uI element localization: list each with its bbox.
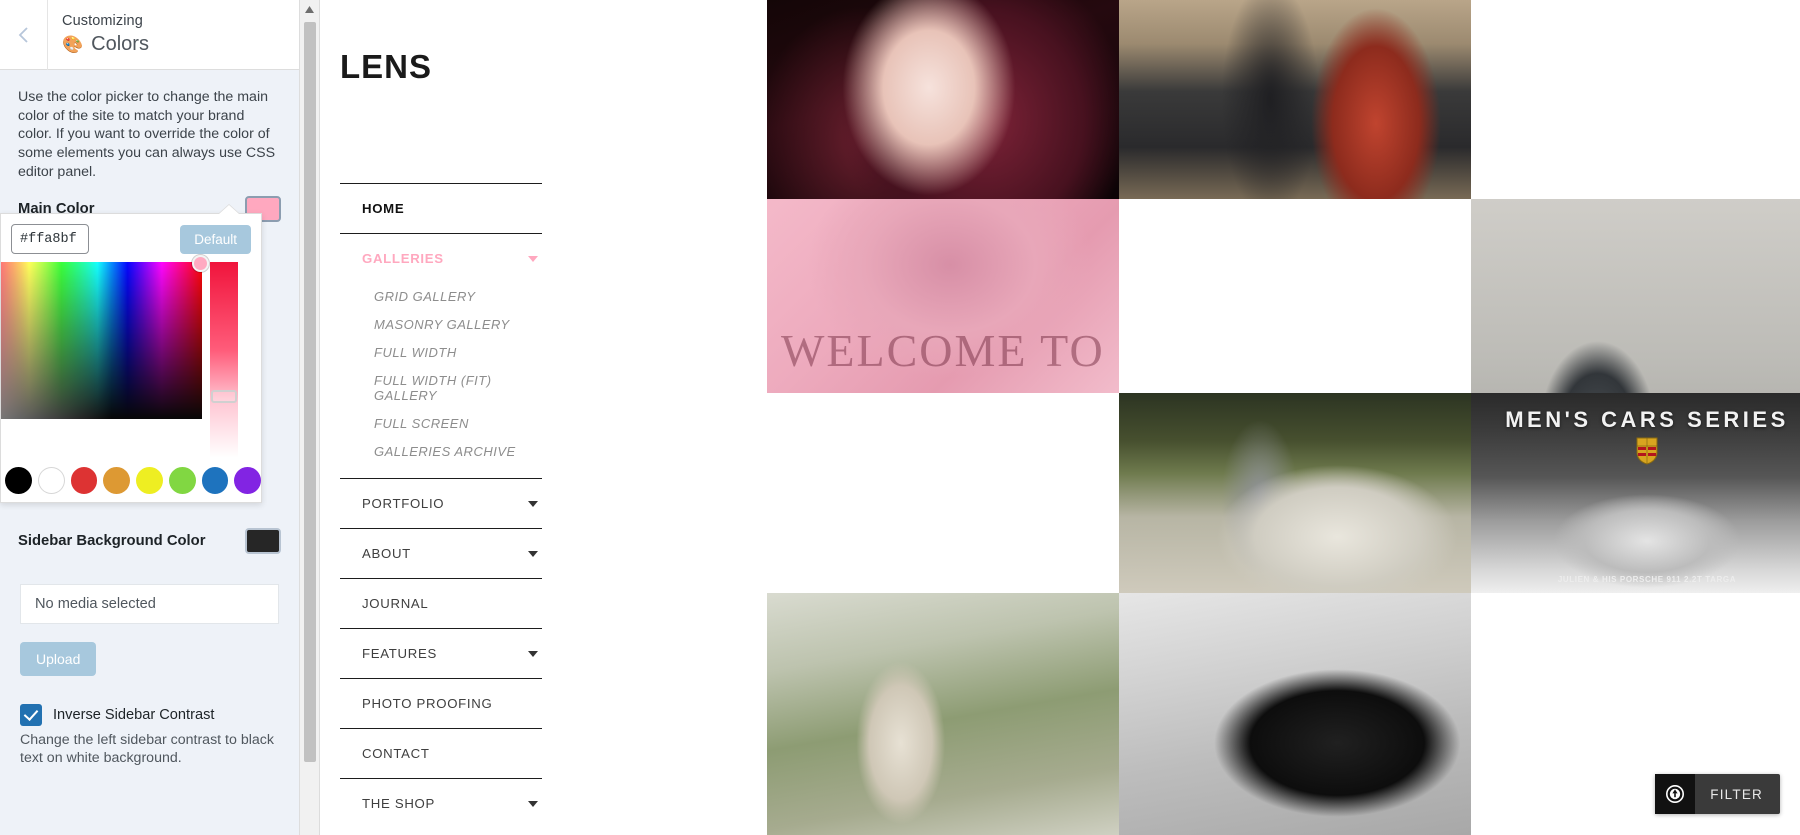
site-nav-item-galleries[interactable]: GALLERIES bbox=[340, 233, 542, 283]
page-title: 🎨 Colors bbox=[62, 32, 149, 57]
site-nav-item-label: FEATURES bbox=[362, 646, 437, 662]
gallery-tile-welcome-hero[interactable]: WELCOME TO LENS bbox=[767, 199, 1119, 393]
chevron-down-icon bbox=[528, 500, 538, 507]
site-preview: LENS HOME GALLERIES GRID GALLERY MASONRY GA… bbox=[321, 0, 1800, 835]
panel-description: Use the color picker to change the main … bbox=[18, 89, 276, 180]
site-nav-item-label: GALLERIES bbox=[362, 251, 444, 266]
inverse-contrast-description: Change the left sidebar contrast to blac… bbox=[20, 731, 274, 767]
header-text-block: Customizing 🎨 Colors bbox=[48, 12, 149, 57]
inverse-contrast-checkbox[interactable] bbox=[20, 703, 42, 726]
filter-circle-icon bbox=[1655, 774, 1696, 814]
site-subnav-item-galleries-archive[interactable]: GALLERIES ARCHIVE bbox=[340, 438, 542, 466]
screen: Customizing 🎨 Colors Use the color picke… bbox=[0, 0, 1800, 835]
gallery-tile-girl-field[interactable] bbox=[767, 593, 1119, 835]
customizer-header: Customizing 🎨 Colors bbox=[0, 0, 299, 70]
site-nav-item-label: JOURNAL bbox=[362, 596, 429, 612]
site-nav-item-label: HOME bbox=[362, 201, 405, 216]
preset-swatch-7[interactable] bbox=[234, 467, 262, 494]
filter-button[interactable]: FILTER bbox=[1655, 774, 1780, 814]
porsche-crest-icon bbox=[1636, 437, 1658, 465]
gallery-tile-model-portrait[interactable] bbox=[767, 0, 1119, 199]
preset-swatch-2[interactable] bbox=[70, 467, 98, 494]
site-nav-item-contact[interactable]: CONTACT bbox=[340, 728, 542, 778]
site-nav-item-label: THE SHOP bbox=[362, 796, 436, 812]
sidebar-background-label: Sidebar Background Color bbox=[18, 532, 206, 549]
chevron-down-icon bbox=[528, 550, 538, 557]
gallery-tile-mens-cars-series[interactable]: MEN'S CARS SERIES JULIEN & HIS PORSCHE 9… bbox=[1471, 393, 1800, 593]
site-nav-item-the-shop[interactable]: THE SHOP bbox=[340, 778, 542, 828]
inverse-contrast-row[interactable]: Inverse Sidebar Contrast bbox=[20, 703, 279, 726]
hex-color-input[interactable] bbox=[11, 224, 89, 254]
preset-swatch-5[interactable] bbox=[168, 467, 196, 494]
site-nav-item-label: PORTFOLIO bbox=[362, 496, 445, 512]
chevron-down-icon bbox=[528, 650, 538, 657]
site-nav-item-photo-proofing[interactable]: PHOTO PROOFING bbox=[340, 678, 542, 728]
hero-overlay-text: WELCOME TO LENS bbox=[781, 325, 1119, 376]
panel-scrollbar[interactable] bbox=[300, 0, 320, 835]
filter-button-label: FILTER bbox=[1710, 786, 1763, 802]
site-subnav-item-masonry-gallery[interactable]: MASONRY GALLERY bbox=[340, 311, 542, 339]
site-nav-item-label: PHOTO PROOFING bbox=[362, 696, 493, 712]
back-button[interactable] bbox=[0, 0, 48, 70]
site-nav-item-about[interactable]: ABOUT bbox=[340, 528, 542, 578]
mens-series-title: MEN'S CARS SERIES bbox=[1505, 407, 1789, 432]
site-nav-item-features[interactable]: FEATURES bbox=[340, 628, 542, 678]
inverse-contrast-block: Inverse Sidebar Contrast Change the left… bbox=[20, 703, 279, 768]
chevron-down-icon bbox=[528, 800, 538, 807]
gallery-tile-man-bmw[interactable] bbox=[1119, 393, 1471, 593]
page-title-label: Colors bbox=[91, 33, 149, 56]
site-nav-item-label: CONTACT bbox=[362, 746, 430, 762]
mens-series-caption: JULIEN & HIS PORSCHE 911 2.2T TARGA bbox=[1557, 575, 1737, 584]
saturation-value-wrap bbox=[1, 254, 261, 458]
palette-icon: 🎨 bbox=[62, 35, 84, 55]
gallery-tile-black-car[interactable] bbox=[1119, 593, 1471, 835]
hex-row: Default bbox=[1, 224, 261, 254]
site-subnav-item-full-width-fit-gallery[interactable]: FULL WIDTH (FIT) GALLERY bbox=[340, 367, 542, 411]
site-subnav: GRID GALLERY MASONRY GALLERY FULL WIDTH FUL… bbox=[340, 283, 542, 478]
chevron-down-icon bbox=[528, 255, 538, 262]
preset-swatches bbox=[1, 458, 262, 494]
default-color-button[interactable]: Default bbox=[180, 224, 251, 254]
site-subnav-item-full-width[interactable]: FULL WIDTH bbox=[340, 339, 542, 367]
gallery-grid: WELCOME TO LENS MEN'S CARS SERIES bbox=[561, 0, 1800, 835]
preset-swatch-1[interactable] bbox=[37, 467, 65, 494]
site-sidebar: LENS HOME GALLERIES GRID GALLERY MASONRY GA… bbox=[321, 0, 561, 835]
gallery-tile-couple-car-61[interactable] bbox=[1119, 0, 1471, 199]
hue-slider-handle[interactable] bbox=[211, 390, 237, 403]
inverse-contrast-label: Inverse Sidebar Contrast bbox=[53, 706, 215, 723]
site-nav-item-home[interactable]: HOME bbox=[340, 183, 542, 233]
media-status-text: No media selected bbox=[35, 595, 156, 612]
site-nav-item-portfolio[interactable]: PORTFOLIO bbox=[340, 478, 542, 528]
color-picker-popup: Default bbox=[0, 213, 262, 503]
site-subnav-item-grid-gallery[interactable]: GRID GALLERY bbox=[340, 283, 542, 311]
upload-button[interactable]: Upload bbox=[20, 641, 97, 676]
site-nav: HOME GALLERIES GRID GALLERY MASONRY GALLERY… bbox=[321, 183, 561, 828]
scroll-up-arrow-icon[interactable] bbox=[300, 0, 319, 18]
saturation-value-area[interactable] bbox=[1, 255, 209, 419]
hue-slider[interactable] bbox=[210, 262, 238, 458]
preset-swatch-3[interactable] bbox=[103, 467, 131, 494]
media-status-field[interactable]: No media selected bbox=[20, 583, 279, 624]
chevron-left-icon bbox=[17, 25, 31, 45]
site-nav-item-journal[interactable]: JOURNAL bbox=[340, 578, 542, 628]
preset-swatch-6[interactable] bbox=[201, 467, 229, 494]
sidebar-background-swatch-button[interactable] bbox=[245, 527, 281, 554]
preset-swatch-4[interactable] bbox=[136, 467, 163, 494]
panel-scrollbar-thumb[interactable] bbox=[304, 22, 316, 762]
saturation-value-handle[interactable] bbox=[192, 255, 209, 272]
breadcrumb: Customizing bbox=[62, 12, 143, 29]
preset-swatch-0[interactable] bbox=[5, 467, 32, 494]
customizer-panel: Customizing 🎨 Colors Use the color picke… bbox=[0, 0, 300, 835]
site-subnav-item-full-screen[interactable]: FULL SCREEN bbox=[340, 410, 542, 438]
site-logo[interactable]: LENS bbox=[321, 0, 561, 86]
site-nav-item-label: ABOUT bbox=[362, 546, 411, 562]
